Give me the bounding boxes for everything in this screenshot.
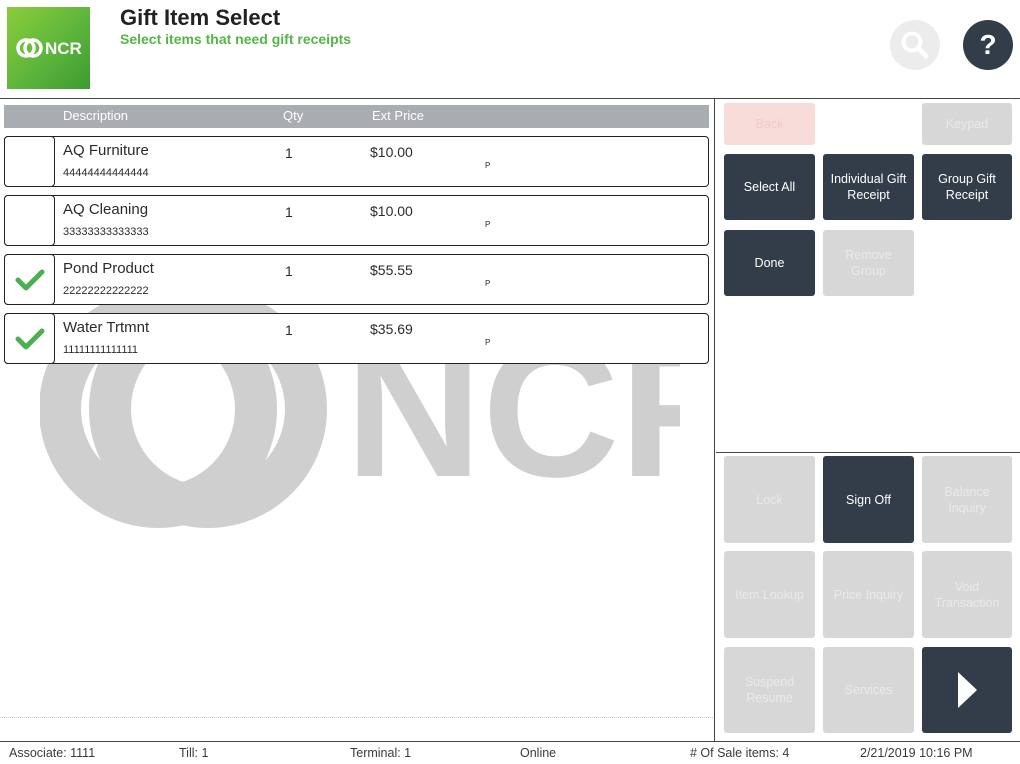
status-sale-items: # Of Sale items: 4: [690, 746, 790, 760]
row-checkbox[interactable]: [4, 254, 55, 305]
item-qty: 1: [285, 145, 293, 161]
item-flag: P: [485, 161, 491, 170]
item-description: AQ Furniture: [63, 142, 149, 159]
services-button[interactable]: Services: [823, 647, 914, 733]
search-button[interactable]: [890, 20, 940, 70]
item-price: $35.69: [370, 321, 413, 337]
item-description: Pond Product: [63, 260, 154, 277]
done-button[interactable]: Done: [724, 230, 815, 296]
suspend-resume-button[interactable]: Suspend Resume: [724, 647, 815, 733]
status-connection: Online: [520, 746, 557, 760]
gift-item-select-screen: NCR Gift Item Select Select items that n…: [0, 0, 1020, 764]
row-checkbox[interactable]: [4, 136, 55, 187]
checkmark-icon: [15, 269, 44, 290]
item-qty: 1: [285, 263, 293, 279]
action-panel: Back Keypad Select All Individual Gift R…: [716, 99, 1020, 741]
search-icon: [901, 31, 929, 59]
header: NCR Gift Item Select Select items that n…: [0, 0, 1020, 99]
item-price: $10.00: [370, 203, 413, 219]
item-code: 11111111111111: [63, 344, 139, 356]
next-page-button[interactable]: [922, 647, 1012, 733]
list-divider: [0, 717, 714, 718]
select-all-button[interactable]: Select All: [724, 154, 815, 220]
sign-off-button[interactable]: Sign Off: [823, 456, 914, 543]
ncr-logo: NCR: [7, 7, 90, 89]
table-row[interactable]: AQ Furniture 44444444444444 1 $10.00 P: [4, 136, 709, 187]
back-button[interactable]: Back: [724, 103, 815, 145]
table-header: Description Qty Ext Price: [4, 105, 709, 128]
item-flag: P: [485, 220, 491, 229]
item-price: $55.55: [370, 262, 413, 278]
void-transaction-button[interactable]: Void Transaction: [922, 551, 1012, 638]
help-button[interactable]: ?: [963, 20, 1013, 70]
individual-gift-receipt-button[interactable]: Individual Gift Receipt: [823, 154, 914, 220]
balance-inquiry-button[interactable]: Balance Inquiry: [922, 456, 1012, 543]
column-qty: Qty: [283, 108, 304, 123]
item-price: $10.00: [370, 144, 413, 160]
row-checkbox[interactable]: [4, 195, 55, 246]
item-list-panel: NCR Description Qty Ext Price AQ Furnitu…: [0, 99, 715, 741]
group-gift-receipt-button[interactable]: Group Gift Receipt: [922, 154, 1012, 220]
page-title: Gift Item Select: [120, 5, 281, 30]
remove-group-button[interactable]: Remove Group: [823, 230, 914, 296]
arrow-right-icon: [958, 672, 977, 708]
item-lookup-button[interactable]: Item Lookup: [724, 551, 815, 638]
checkmark-icon: [15, 328, 44, 349]
column-ext-price: Ext Price: [372, 108, 425, 123]
table-row[interactable]: Pond Product 22222222222222 1 $55.55 P: [4, 254, 709, 305]
table-row[interactable]: Water Trtmnt 11111111111111 1 $35.69 P: [4, 313, 709, 364]
lock-button[interactable]: Lock: [724, 456, 815, 543]
status-datetime: 2/21/2019 10:16 PM: [860, 746, 973, 760]
column-description: Description: [63, 108, 129, 123]
item-code: 33333333333333: [63, 226, 149, 238]
item-code: 22222222222222: [63, 285, 149, 297]
keypad-button[interactable]: Keypad: [922, 103, 1012, 145]
logo-text: NCR: [45, 39, 82, 58]
item-description: Water Trtmnt: [63, 319, 150, 336]
item-qty: 1: [285, 204, 293, 220]
item-code: 44444444444444: [63, 167, 149, 179]
item-flag: P: [485, 338, 491, 347]
page-subtitle: Select items that need gift receipts: [120, 31, 352, 47]
item-flag: P: [485, 279, 491, 288]
table-row[interactable]: AQ Cleaning 33333333333333 1 $10.00 P: [4, 195, 709, 246]
item-description: AQ Cleaning: [63, 201, 149, 218]
item-qty: 1: [285, 322, 293, 338]
status-terminal: Terminal: 1: [350, 746, 412, 760]
price-inquiry-button[interactable]: Price Inquiry: [823, 551, 914, 638]
status-bar: Associate: 1111 Till: 1 Terminal: 1 Onli…: [0, 741, 1020, 764]
status-associate: Associate: 1111: [9, 746, 96, 760]
help-icon: ?: [979, 29, 997, 60]
panel-divider: [716, 452, 1020, 453]
status-till: Till: 1: [179, 746, 209, 760]
row-checkbox[interactable]: [4, 313, 55, 364]
